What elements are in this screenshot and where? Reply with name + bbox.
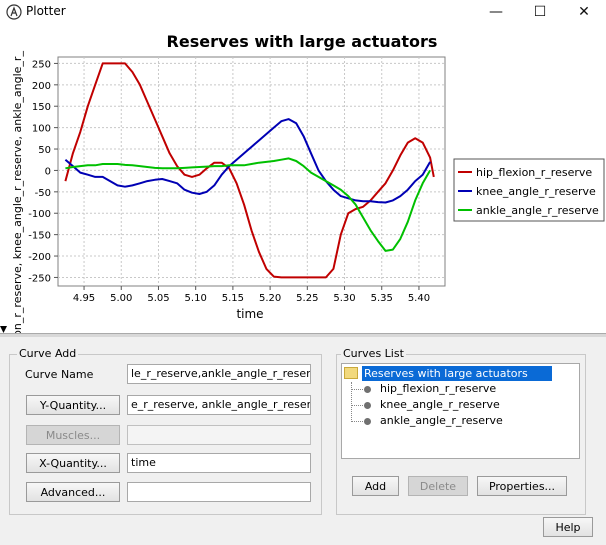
x-tick-label: 5.15 bbox=[222, 293, 244, 304]
tree-connector bbox=[351, 421, 363, 422]
legend-label: ankle_angle_r_reserve bbox=[476, 204, 599, 217]
muscles-button: Muscles... bbox=[26, 425, 120, 445]
y-tick-label: 0 bbox=[45, 166, 51, 177]
split-divider[interactable] bbox=[0, 333, 606, 337]
y-tick-label: 150 bbox=[32, 102, 51, 113]
delete-button: Delete bbox=[408, 476, 468, 496]
x-quantity-button[interactable]: X-Quantity... bbox=[26, 453, 120, 473]
advanced-button[interactable]: Advanced... bbox=[26, 482, 120, 502]
y-quantity-button[interactable]: Y-Quantity... bbox=[26, 395, 120, 415]
y-tick-label: -250 bbox=[28, 273, 51, 284]
curve-node-icon bbox=[364, 386, 371, 393]
help-button[interactable]: Help bbox=[543, 517, 593, 537]
x-axis-label: time bbox=[236, 307, 263, 321]
y-tick-label: -50 bbox=[35, 188, 51, 199]
y-tick-label: 200 bbox=[32, 81, 51, 92]
tree-connector bbox=[351, 405, 363, 406]
x-quantity-field[interactable]: time bbox=[127, 453, 311, 473]
line-chart[interactable]: Reserves with large actuators exion_r_re… bbox=[0, 24, 606, 353]
curves-list-title: Curves List bbox=[341, 347, 406, 360]
x-tick-label: 5.00 bbox=[110, 293, 132, 304]
chart-title: Reserves with large actuators bbox=[167, 32, 438, 51]
x-tick-label: 5.20 bbox=[259, 293, 281, 304]
muscles-field bbox=[127, 425, 311, 445]
curve-add-title: Curve Add bbox=[17, 347, 79, 360]
plot-area: 250 200 150 100 50 0 -50 -100 -150 -200 -250 4.95 5.… bbox=[28, 56, 446, 304]
app-icon bbox=[6, 4, 22, 20]
x-tick-label: 4.95 bbox=[73, 293, 95, 304]
curve-name-label: Curve Name bbox=[25, 368, 94, 381]
properties-button[interactable]: Properties... bbox=[477, 476, 567, 496]
x-tick-label: 5.10 bbox=[185, 293, 207, 304]
legend-label: hip_flexion_r_reserve bbox=[476, 166, 592, 179]
curve-node-icon bbox=[364, 402, 371, 409]
y-tick-label: 50 bbox=[38, 145, 51, 156]
window-title: Plotter bbox=[26, 4, 66, 18]
x-tick-label: 5.25 bbox=[296, 293, 318, 304]
curve-name-field[interactable]: le_r_reserve,ankle_angle_r_reserve bbox=[127, 364, 311, 384]
tree-item-label: knee_angle_r_reserve bbox=[380, 398, 500, 411]
folder-icon bbox=[344, 367, 358, 379]
y-tick-label: -200 bbox=[28, 252, 51, 263]
curves-tree[interactable]: Reserves with large actuators hip_flexio… bbox=[341, 363, 580, 459]
y-tick-label: -150 bbox=[28, 231, 51, 242]
x-tick-label: 5.05 bbox=[147, 293, 169, 304]
tree-root-item[interactable]: Reserves with large actuators bbox=[344, 366, 552, 382]
x-tick-label: 5.30 bbox=[333, 293, 355, 304]
y-quantity-field[interactable]: e_r_reserve, ankle_angle_r_reserve bbox=[127, 395, 311, 415]
tree-connector bbox=[351, 382, 352, 422]
add-button[interactable]: Add bbox=[352, 476, 399, 496]
maximize-button[interactable]: ☐ bbox=[518, 0, 562, 24]
tree-root-label: Reserves with large actuators bbox=[362, 366, 552, 381]
x-tick-label: 5.40 bbox=[408, 293, 430, 304]
y-tick-label: -100 bbox=[28, 209, 51, 220]
collapse-arrow-icon[interactable] bbox=[0, 326, 7, 333]
title-bar: Plotter — ☐ ✕ bbox=[0, 0, 606, 24]
tree-item-label: ankle_angle_r_reserve bbox=[380, 414, 503, 427]
y-tick-label: 100 bbox=[32, 124, 51, 135]
tree-connector bbox=[351, 389, 363, 390]
y-tick-label: 250 bbox=[32, 59, 51, 70]
advanced-field[interactable] bbox=[127, 482, 311, 502]
close-button[interactable]: ✕ bbox=[562, 0, 606, 24]
legend-label: knee_angle_r_reserve bbox=[476, 185, 596, 198]
tree-item-label: hip_flexion_r_reserve bbox=[380, 382, 497, 395]
y-axis-label: exion_r_reserve, knee_angle_r_reserve, a… bbox=[11, 51, 24, 336]
legend: hip_flexion_r_reserve knee_angle_r_reserv… bbox=[453, 158, 605, 222]
plot-panel[interactable]: Reserves with large actuators exion_r_re… bbox=[0, 24, 606, 353]
minimize-button[interactable]: — bbox=[474, 0, 518, 24]
x-tick-label: 5.35 bbox=[371, 293, 393, 304]
curve-node-icon bbox=[364, 418, 371, 425]
